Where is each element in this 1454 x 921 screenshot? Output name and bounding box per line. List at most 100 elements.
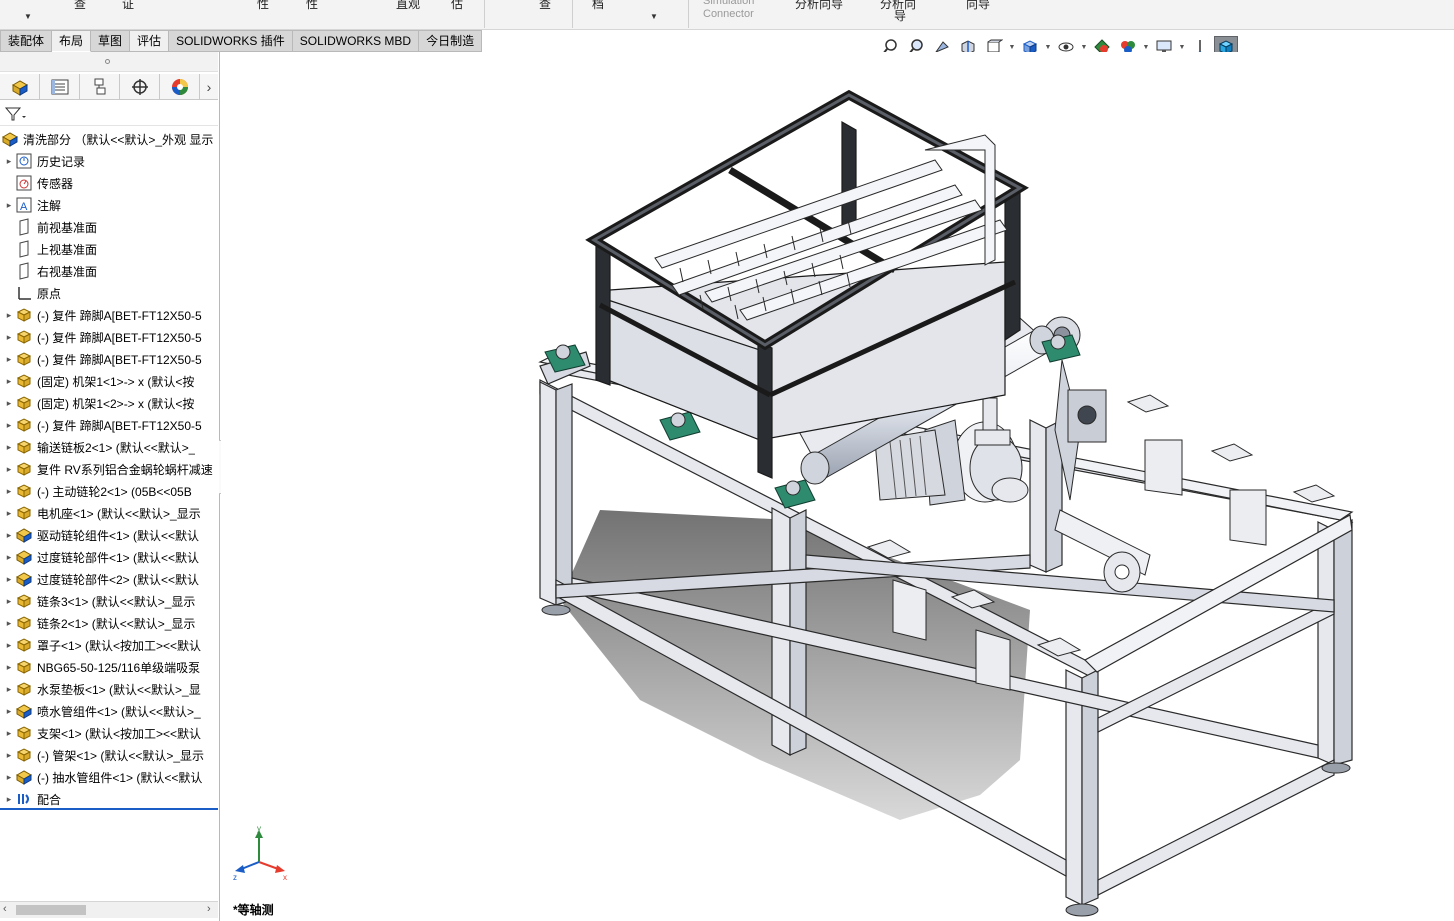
tree-node[interactable]: 原点: [0, 282, 218, 304]
tab-evaluate[interactable]: 评估: [130, 30, 170, 52]
expand-arrow-icon[interactable]: ▸: [4, 574, 14, 585]
ribbon-item[interactable]: 直观: [396, 0, 420, 12]
chevron-down-icon[interactable]: ▼: [1142, 44, 1150, 51]
configuration-manager-tab-icon[interactable]: [80, 74, 120, 100]
tree-node[interactable]: ▸ 支架<1> (默认<按加工><<默认: [0, 722, 218, 744]
feature-manager-tab-icon[interactable]: [0, 74, 40, 100]
expand-arrow-icon[interactable]: ▸: [4, 398, 14, 409]
expand-arrow-icon[interactable]: ▸: [4, 156, 14, 167]
tab-sketch[interactable]: 草图: [91, 30, 131, 52]
expand-arrow-icon[interactable]: ▸: [4, 530, 14, 541]
chevron-down-icon[interactable]: ▼: [1080, 44, 1088, 51]
tree-node[interactable]: ▸ (-) 抽水管组件<1> (默认<<默认: [0, 766, 218, 788]
expand-arrow-icon[interactable]: ▸: [4, 750, 14, 761]
expand-arrow-icon[interactable]: ▸: [4, 772, 14, 783]
tree-filter[interactable]: [0, 102, 218, 126]
tree-node[interactable]: ▸ 电机座<1> (默认<<默认>_显示: [0, 502, 218, 524]
tree-node[interactable]: ▸ (固定) 机架1<2>-> x (默认<按: [0, 392, 218, 414]
tree-root-assembly[interactable]: 清洗部分 （默认<<默认>_外观 显示: [0, 128, 218, 150]
expand-arrow-icon[interactable]: ▸: [4, 618, 14, 629]
tree-node[interactable]: ▸ 配合: [0, 788, 218, 810]
tree-node[interactable]: ▸ 链条2<1> (默认<<默认>_显示: [0, 612, 218, 634]
tree-node[interactable]: ▸ 复件 RV系列铝合金蜗轮蜗杆减速: [0, 458, 218, 480]
expand-arrow-icon[interactable]: ▸: [4, 486, 14, 497]
dimxpert-tab-icon[interactable]: [120, 74, 160, 100]
tree-node[interactable]: ▸ (-) 管架<1> (默认<<默认>_显示: [0, 744, 218, 766]
ribbon-item[interactable]: 查: [74, 0, 86, 12]
ribbon-separator: [572, 0, 573, 28]
chevron-right-icon[interactable]: ›: [200, 74, 218, 100]
expand-arrow-icon[interactable]: ▸: [4, 442, 14, 453]
graphics-area[interactable]: y x z *等轴测: [221, 52, 1454, 921]
expand-arrow-icon[interactable]: ▸: [4, 596, 14, 607]
chevron-down-icon[interactable]: ▼: [650, 12, 658, 21]
tree-node[interactable]: ▸ (-) 复件 蹄脚A[BET-FT12X50-5: [0, 414, 218, 436]
tree-node[interactable]: ▸ (-) 主动链轮2<1> (05B<<05B: [0, 480, 218, 502]
tree-node[interactable]: ▸ (固定) 机架1<1>-> x (默认<按: [0, 370, 218, 392]
tab-solidworks-addins[interactable]: SOLIDWORKS 插件: [169, 30, 293, 52]
expand-arrow-icon[interactable]: ▸: [4, 354, 14, 365]
plane-icon: [14, 240, 34, 258]
ribbon-item[interactable]: 性: [257, 0, 269, 12]
ribbon-item[interactable]: 向导: [966, 0, 990, 12]
model-3d-view[interactable]: [221, 52, 1454, 921]
chevron-down-icon[interactable]: ▼: [24, 12, 32, 21]
chevron-right-icon[interactable]: ›: [207, 903, 211, 915]
chevron-down-icon[interactable]: ▼: [1008, 44, 1016, 51]
tree-node[interactable]: ▸ (-) 复件 蹄脚A[BET-FT12X50-5: [0, 326, 218, 348]
tree-node[interactable]: ▸ 输送链板2<1> (默认<<默认>_: [0, 436, 218, 458]
tree-node[interactable]: ▸ 驱动链轮组件<1> (默认<<默认: [0, 524, 218, 546]
ribbon-item[interactable]: 证: [122, 0, 134, 12]
expand-arrow-icon[interactable]: ▸: [4, 552, 14, 563]
expand-arrow-icon[interactable]: ▸: [4, 376, 14, 387]
tree-node[interactable]: ▸ 喷水管组件<1> (默认<<默认>_: [0, 700, 218, 722]
tree-node[interactable]: 上视基准面: [0, 238, 218, 260]
tree-node[interactable]: ▸ (-) 复件 蹄脚A[BET-FT12X50-5: [0, 304, 218, 326]
expand-arrow-icon[interactable]: ▸: [4, 332, 14, 343]
tab-assembly[interactable]: 装配体: [0, 30, 53, 52]
chevron-left-icon[interactable]: ‹: [3, 903, 7, 915]
tree-node[interactable]: 前视基准面: [0, 216, 218, 238]
tab-today-manufacturing[interactable]: 今日制造: [419, 30, 483, 52]
expand-arrow-icon[interactable]: ▸: [4, 794, 14, 805]
scroll-thumb[interactable]: [16, 905, 86, 915]
panel-grip[interactable]: [0, 52, 218, 72]
tree-node[interactable]: ▸ NBG65-50-125/116单级端吸泵: [0, 656, 218, 678]
ribbon-item[interactable]: 估: [451, 0, 463, 12]
expand-arrow-icon[interactable]: ▸: [4, 310, 14, 321]
expand-arrow-icon[interactable]: ▸: [4, 706, 14, 717]
tree-node[interactable]: ▸ (-) 复件 蹄脚A[BET-FT12X50-5: [0, 348, 218, 370]
tree-node[interactable]: 传感器: [0, 172, 218, 194]
tab-layout[interactable]: 布局: [52, 30, 92, 52]
tree-node[interactable]: ▸ 罩子<1> (默认<按加工><<默认: [0, 634, 218, 656]
expand-arrow-icon[interactable]: ▸: [4, 662, 14, 673]
expand-arrow-icon[interactable]: ▸: [4, 728, 14, 739]
tree-node[interactable]: ▸ 水泵垫板<1> (默认<<默认>_显: [0, 678, 218, 700]
ribbon-item[interactable]: 分析向导: [795, 0, 843, 12]
chevron-down-icon[interactable]: ▼: [1044, 44, 1052, 51]
svg-text:A: A: [20, 201, 28, 213]
expand-arrow-icon[interactable]: ▸: [4, 464, 14, 475]
ribbon-item[interactable]: 查: [539, 0, 551, 12]
tree-node[interactable]: ▸ 过度链轮部件<1> (默认<<默认: [0, 546, 218, 568]
ribbon-item[interactable]: 档: [592, 0, 604, 12]
simulation-connector-button[interactable]: Simulation Connector: [703, 0, 754, 21]
expand-arrow-icon[interactable]: ▸: [4, 420, 14, 431]
tree-node-label: (-) 管架<1> (默认<<默认>_显示: [37, 748, 205, 763]
tree-node[interactable]: ▸ 过度链轮部件<2> (默认<<默认: [0, 568, 218, 590]
tree-node[interactable]: ▸ 历史记录: [0, 150, 218, 172]
tree-node[interactable]: 右视基准面: [0, 260, 218, 282]
ribbon-item[interactable]: 性: [306, 0, 318, 12]
expand-arrow-icon[interactable]: ▸: [4, 508, 14, 519]
ribbon-item[interactable]: 导: [894, 7, 906, 24]
chevron-down-icon[interactable]: ▼: [1178, 44, 1186, 51]
horizontal-scrollbar[interactable]: ‹ ›: [0, 901, 218, 918]
tab-solidworks-mbd[interactable]: SOLIDWORKS MBD: [292, 30, 420, 52]
expand-arrow-icon[interactable]: ▸: [4, 684, 14, 695]
tree-node[interactable]: ▸ A 注解: [0, 194, 218, 216]
display-manager-tab-icon[interactable]: [160, 74, 200, 100]
expand-arrow-icon[interactable]: ▸: [4, 640, 14, 651]
expand-arrow-icon[interactable]: ▸: [4, 200, 14, 211]
property-manager-tab-icon[interactable]: [40, 74, 80, 100]
tree-node[interactable]: ▸ 链条3<1> (默认<<默认>_显示: [0, 590, 218, 612]
